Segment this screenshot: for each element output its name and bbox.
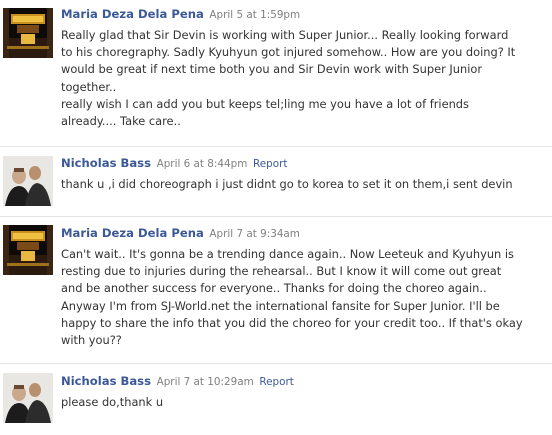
comment-text: Can't wait.. It's gonna be a trending da… (61, 247, 523, 348)
timestamp[interactable]: April 7 at 10:29am (157, 376, 254, 388)
comment-meta: Nicholas Bass April 6 at 8:44pm Report (61, 156, 546, 172)
author-name-link[interactable]: Maria Deza Dela Pena (61, 226, 204, 240)
stage-photo-icon (3, 225, 53, 275)
report-link[interactable]: Report (253, 158, 287, 170)
profile-photo-icon (3, 156, 53, 206)
comment-text: Really glad that Sir Devin is working wi… (61, 28, 516, 129)
comment-text: please do,thank u (61, 395, 164, 409)
comment-text: thank u ,i did choreograph i just didnt … (61, 177, 513, 191)
profile-photo-icon (3, 373, 53, 423)
author-name-link[interactable]: Maria Deza Dela Pena (61, 7, 204, 21)
comment-meta: Nicholas Bass April 7 at 10:29am Report (61, 374, 546, 390)
timestamp[interactable]: April 6 at 8:44pm (157, 158, 248, 170)
avatar[interactable] (3, 373, 53, 423)
comment-body: Maria Deza Dela Pena April 5 at 1:59pm R… (61, 7, 546, 130)
comment-meta: Maria Deza Dela Pena April 5 at 1:59pm (61, 7, 546, 23)
comment-body: Nicholas Bass April 7 at 10:29am Report … (61, 374, 546, 411)
report-link[interactable]: Report (259, 376, 293, 388)
avatar[interactable] (3, 8, 53, 58)
timestamp[interactable]: April 5 at 1:59pm (209, 9, 300, 21)
comment-body: Nicholas Bass April 6 at 8:44pm Report t… (61, 156, 546, 193)
stage-photo-icon (3, 8, 53, 58)
divider (0, 146, 552, 147)
comment-body: Maria Deza Dela Pena April 7 at 9:34am C… (61, 226, 546, 349)
avatar[interactable] (3, 225, 53, 275)
divider (0, 363, 552, 364)
avatar[interactable] (3, 156, 53, 206)
divider (0, 216, 552, 217)
author-name-link[interactable]: Nicholas Bass (61, 156, 151, 170)
comment-meta: Maria Deza Dela Pena April 7 at 9:34am (61, 226, 546, 242)
timestamp[interactable]: April 7 at 9:34am (209, 228, 300, 240)
author-name-link[interactable]: Nicholas Bass (61, 374, 151, 388)
